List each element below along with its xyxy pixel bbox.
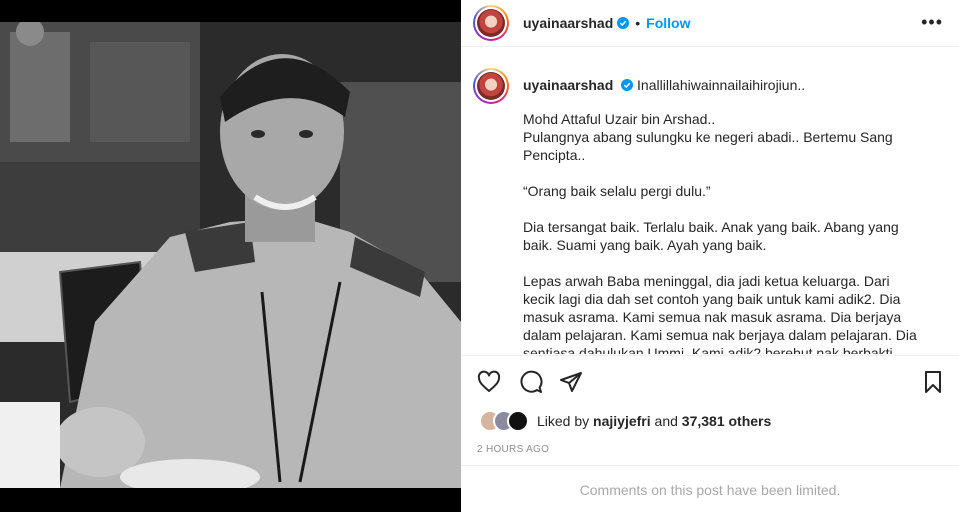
follow-button[interactable]: Follow <box>646 15 690 31</box>
caption-row: uyainaarshad Inallillahiwainnailaihiroji… <box>473 68 943 354</box>
divider <box>461 355 959 356</box>
likes-row: Liked by najiyjefri and 37,381 others <box>479 410 771 432</box>
post-header: uyainaarshad • Follow ••• <box>461 0 959 47</box>
caption-first-text: Inallillahiwainnailaihirojiun.. <box>637 77 806 93</box>
photo-illustration <box>0 22 461 488</box>
post-timestamp[interactable]: 2 HOURS AGO <box>477 444 549 455</box>
action-bar <box>477 370 945 396</box>
comment-icon[interactable] <box>519 370 543 394</box>
post-side-panel: uyainaarshad • Follow ••• uyainaarshad I… <box>461 0 959 512</box>
caption-area: uyainaarshad Inallillahiwainnailaihiroji… <box>461 56 959 354</box>
caption-text: uyainaarshad Inallillahiwainnailaihiroji… <box>523 68 923 354</box>
bookmark-icon[interactable] <box>921 370 945 394</box>
caption-paragraph: Dia tersangat baik. Terlalu baik. Anak y… <box>523 219 899 253</box>
separator-dot: • <box>635 15 641 31</box>
liker-username[interactable]: najiyjefri <box>593 413 651 429</box>
caption-avatar-inner <box>475 70 507 102</box>
likes-prefix: Liked by <box>537 413 590 429</box>
avatar[interactable] <box>473 5 509 41</box>
caption-first-line: uyainaarshad Inallillahiwainnailaihiroji… <box>523 76 923 94</box>
likes-and: and <box>654 413 678 429</box>
likes-others[interactable]: 37,381 others <box>682 413 772 429</box>
post-photo-area <box>0 0 461 512</box>
avatar-image <box>477 9 505 37</box>
verified-icon <box>617 17 630 29</box>
caption-username[interactable]: uyainaarshad <box>523 77 613 93</box>
caption-paragraph: Mohd Attaful Uzair bin Arshad.. Pulangny… <box>523 111 893 163</box>
divider <box>461 465 959 466</box>
liker-avatar <box>507 410 529 432</box>
instagram-post-view: uyainaarshad • Follow ••• uyainaarshad I… <box>0 0 959 512</box>
likes-text: Liked by najiyjefri and 37,381 others <box>537 413 771 429</box>
caption-paragraph: Lepas arwah Baba meninggal, dia jadi ket… <box>523 273 917 354</box>
avatar-inner <box>475 7 507 39</box>
comments-limited-notice: Comments on this post have been limited. <box>579 482 841 498</box>
more-icon[interactable]: ••• <box>921 13 943 31</box>
post-photo[interactable] <box>0 22 461 488</box>
header-username[interactable]: uyainaarshad <box>523 15 613 31</box>
caption-paragraph: “Orang baik selalu pergi dulu.” <box>523 183 711 199</box>
share-icon[interactable] <box>559 370 583 394</box>
caption-avatar[interactable] <box>473 68 509 104</box>
liker-avatars <box>479 410 531 432</box>
caption-avatar-image <box>477 72 505 100</box>
verified-icon <box>621 79 634 91</box>
heart-icon[interactable] <box>477 370 501 394</box>
